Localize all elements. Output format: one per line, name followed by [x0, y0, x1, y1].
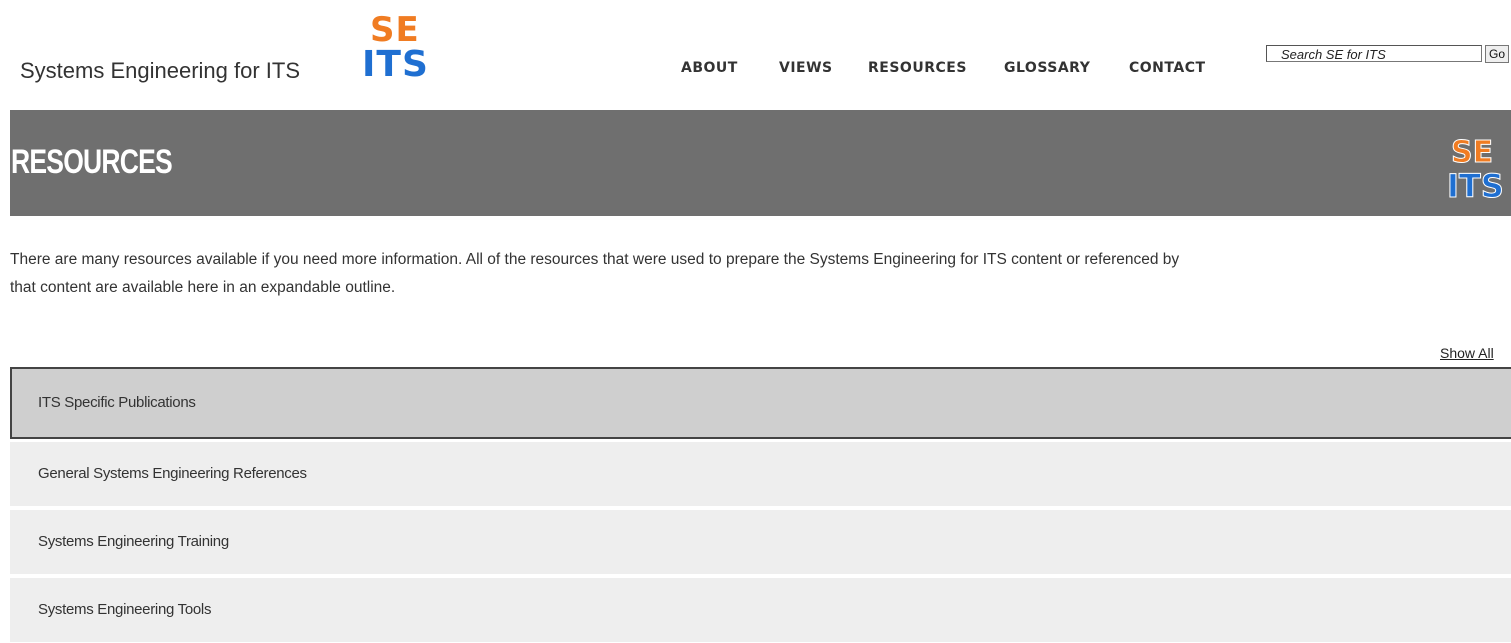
accordion-item-label: Systems Engineering Training [38, 533, 229, 550]
page-title: RESOURCES [11, 143, 173, 181]
nav-contact[interactable]: CONTACT [1129, 60, 1206, 76]
site-logo[interactable]: SE ITS [362, 10, 438, 85]
accordion-item-se-training[interactable]: Systems Engineering Training [10, 510, 1511, 574]
logo-its-text: ITS [362, 44, 429, 85]
site-title[interactable]: Systems Engineering for ITS [20, 58, 300, 84]
nav-resources[interactable]: RESOURCES [868, 60, 967, 76]
intro-paragraph: There are many resources available if yo… [10, 246, 1500, 302]
accordion-item-label: ITS Specific Publications [38, 394, 196, 411]
accordion-item-se-tools[interactable]: Systems Engineering Tools [10, 578, 1511, 642]
accordion-item-its-specific-publications[interactable]: ITS Specific Publications [10, 367, 1511, 439]
site-header: Systems Engineering for ITS SE ITS ABOUT… [0, 0, 1511, 110]
search-input[interactable] [1266, 45, 1482, 62]
accordion-item-general-se-references[interactable]: General Systems Engineering References [10, 442, 1511, 506]
nav-about[interactable]: ABOUT [681, 60, 738, 76]
nav-views[interactable]: VIEWS [779, 60, 833, 76]
intro-line-2: that content are available here in an ex… [10, 279, 396, 296]
banner-logo: SE ITS [1447, 135, 1511, 215]
accordion-item-label: Systems Engineering Tools [38, 601, 212, 618]
banner-logo-se-text: SE [1450, 135, 1494, 171]
page-banner: RESOURCES SE ITS [10, 110, 1511, 216]
banner-logo-its-text: ITS [1447, 167, 1505, 206]
search-go-button[interactable]: Go [1485, 45, 1509, 63]
show-all-link[interactable]: Show All [1440, 345, 1494, 361]
intro-line-1: There are many resources available if yo… [10, 251, 1180, 268]
accordion-item-label: General Systems Engineering References [38, 465, 307, 482]
nav-glossary[interactable]: GLOSSARY [1004, 60, 1090, 76]
